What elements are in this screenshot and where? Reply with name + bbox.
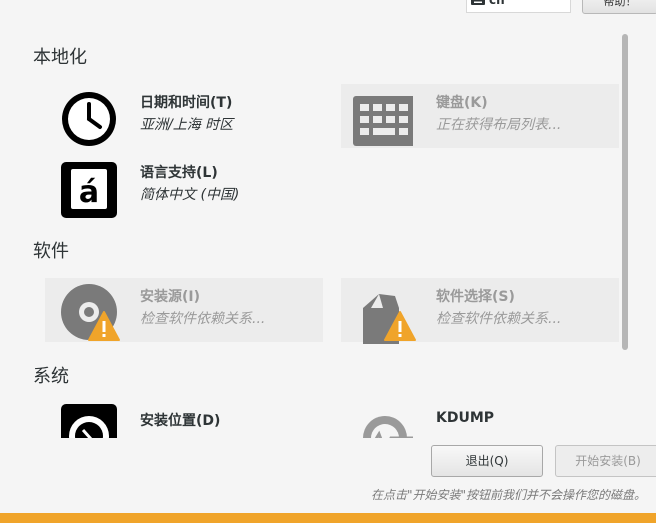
keyboard-icon <box>471 0 485 5</box>
kdump-icon <box>363 416 413 438</box>
keyboard-layout-indicator[interactable]: cn <box>466 0 571 13</box>
section-title-system: 系统 <box>33 366 69 387</box>
hub-scroll-area[interactable]: 本地化 日期和时间(T) 亚洲/上海 时区 键盘(K) 正在获得布局列表... … <box>0 30 620 438</box>
warning-icon <box>384 311 416 341</box>
disk-hint-text: 在点击"开始安装"按钮前我们并不会操作您的磁盘。 <box>371 488 647 502</box>
spoke-install-destination[interactable]: 安装位置(D) <box>45 402 323 438</box>
top-bar: cn 帮助！ <box>0 0 656 14</box>
hub-scrollbar[interactable] <box>620 30 630 438</box>
spoke-kdump-title: KDUMP <box>436 410 495 426</box>
spoke-language-title: 语言支持(L) <box>140 165 218 181</box>
spoke-keyboard-title: 键盘(K) <box>436 95 488 111</box>
warning-icon <box>88 311 120 341</box>
spoke-software-selection: 软件选择(S) 检查软件依赖关系... <box>341 278 619 344</box>
spoke-install-source-status: 检查软件依赖关系... <box>140 311 266 327</box>
section-title-software: 软件 <box>33 241 69 262</box>
spoke-keyboard-status: 正在获得布局列表... <box>436 117 562 133</box>
spoke-install-destination-title: 安装位置(D) <box>140 413 221 429</box>
help-button[interactable]: 帮助！ <box>582 0 656 14</box>
keyboard-layout-label: cn <box>489 0 505 7</box>
section-title-localization: 本地化 <box>33 47 87 68</box>
spoke-keyboard: 键盘(K) 正在获得布局列表... <box>341 84 619 148</box>
quit-button[interactable]: 退出(Q) <box>431 445 543 477</box>
spoke-software-selection-status: 检查软件依赖关系... <box>436 311 562 327</box>
warning-bar <box>0 513 656 523</box>
spoke-install-source-title: 安装源(I) <box>140 289 201 305</box>
svg-text:á: á <box>79 175 99 210</box>
spoke-language[interactable]: á 语言支持(L) 简体中文 (中国) <box>45 154 323 218</box>
begin-installation-button[interactable]: 开始安装(B) <box>555 445 656 477</box>
hard-disk-icon <box>61 404 117 438</box>
scrollbar-thumb[interactable] <box>622 34 628 350</box>
spoke-datetime-title: 日期和时间(T) <box>140 95 233 111</box>
clock-icon <box>62 92 116 146</box>
keyboard-icon <box>353 96 413 146</box>
spoke-datetime-status: 亚洲/上海 时区 <box>140 117 234 133</box>
language-icon: á <box>61 162 117 218</box>
spoke-install-source: 安装源(I) 检查软件依赖关系... <box>45 278 323 342</box>
spoke-datetime[interactable]: 日期和时间(T) 亚洲/上海 时区 <box>45 84 323 148</box>
spoke-software-selection-title: 软件选择(S) <box>436 289 515 305</box>
spoke-kdump[interactable]: KDUMP <box>341 402 619 438</box>
spoke-language-status: 简体中文 (中国) <box>140 187 240 203</box>
